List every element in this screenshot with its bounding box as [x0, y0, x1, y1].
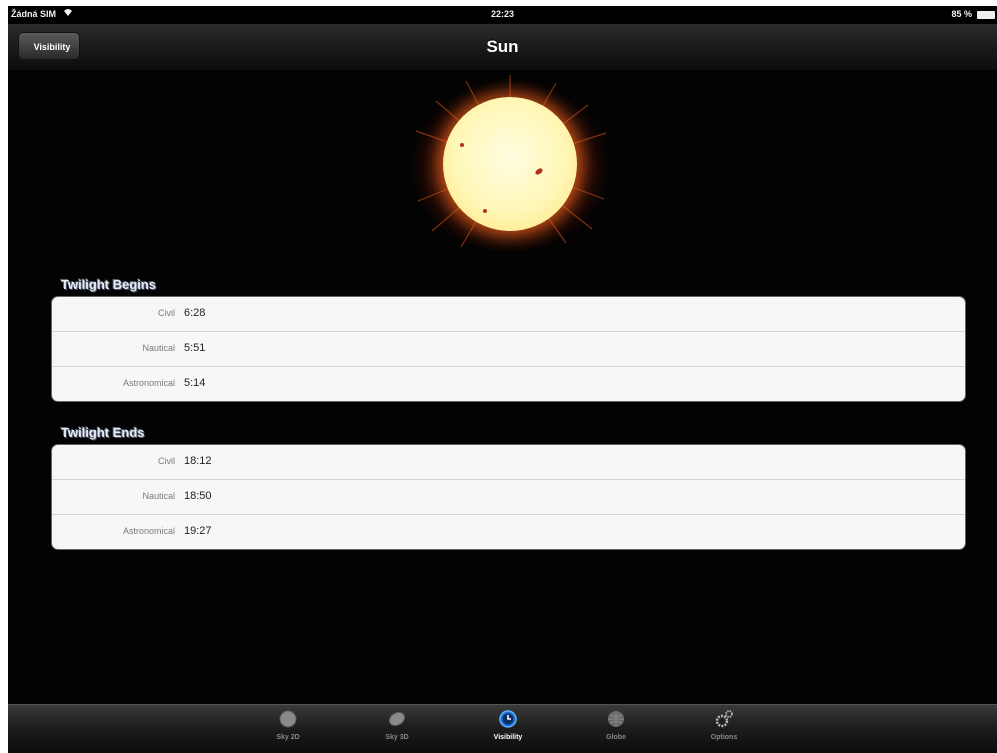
row-value: 18:12 [184, 455, 212, 467]
sun-disc [443, 97, 577, 231]
tab-visibility[interactable]: Visibility [478, 709, 538, 741]
sun-image [406, 71, 616, 251]
tab-label: Sky 3D [385, 734, 409, 741]
row-label: Nautical [142, 491, 175, 501]
tab-bar: Sky 2D Sky 3D Visibility Globe Options [8, 704, 997, 753]
table-row: Astronomical 5:14 [52, 367, 965, 401]
battery-percent: 85 % [951, 9, 972, 19]
tab-label: Sky 2D [276, 734, 300, 741]
tab-globe[interactable]: Globe [586, 709, 646, 741]
twilight-begins-table: Civil 6:28 Nautical 5:51 Astronomical 5:… [51, 296, 966, 402]
row-value: 5:14 [184, 377, 206, 389]
row-label: Civil [158, 308, 175, 318]
table-row: Nautical 18:50 [52, 480, 965, 515]
table-row: Nautical 5:51 [52, 332, 965, 367]
row-label: Astronomical [122, 378, 175, 388]
row-value: 18:50 [184, 490, 212, 502]
tab-sky-3d[interactable]: Sky 3D [367, 709, 427, 741]
sunspot [460, 143, 464, 147]
status-bar: Žádná SIM 22:23 85 % [8, 6, 997, 24]
twilight-ends-table: Civil 18:12 Nautical 18:50 Astronomical … [51, 444, 966, 550]
row-value: 6:28 [184, 307, 206, 319]
gears-icon [715, 710, 733, 728]
tab-label: Globe [606, 734, 626, 741]
table-row: Civil 6:28 [52, 297, 965, 332]
twilight-begins-header: Twilight Begins [61, 277, 157, 292]
row-label: Nautical [142, 343, 175, 353]
app-screen: Žádná SIM 22:23 85 % Visibility Sun Twil… [8, 6, 997, 753]
page-title: Sun [486, 37, 519, 56]
globe-icon [608, 711, 624, 727]
sky-3d-icon [388, 711, 406, 727]
sky-2d-icon [279, 710, 297, 728]
twilight-ends-header: Twilight Ends [61, 425, 145, 440]
row-label: Civil [158, 456, 175, 466]
navigation-bar: Visibility Sun [8, 24, 997, 71]
tab-sky-2d[interactable]: Sky 2D [258, 709, 318, 741]
row-value: 5:51 [184, 342, 206, 354]
row-value: 19:27 [184, 525, 212, 537]
sunspot [534, 167, 544, 176]
clock-icon [499, 710, 517, 728]
tab-label: Options [710, 734, 738, 741]
status-time: 22:23 [490, 9, 515, 19]
tab-options[interactable]: Options [694, 709, 754, 741]
table-row: Astronomical 19:27 [52, 515, 965, 549]
tab-label: Visibility [493, 734, 523, 741]
sunspot [483, 209, 487, 213]
battery-icon [977, 11, 995, 19]
row-label: Astronomical [122, 526, 175, 536]
table-row: Civil 18:12 [52, 445, 965, 480]
